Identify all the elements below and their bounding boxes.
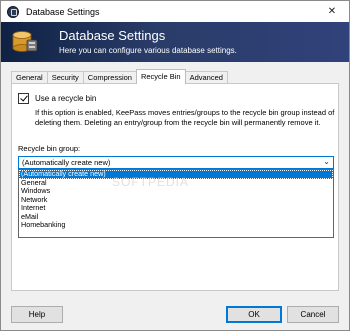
use-recycle-bin-checkbox[interactable]: [18, 93, 29, 104]
use-recycle-bin-label: Use a recycle bin: [35, 94, 97, 103]
chevron-down-icon[interactable]: ⌄: [323, 157, 330, 166]
window-controls: ✕: [315, 1, 349, 22]
watermark: SOFTPEDIA: [112, 175, 190, 189]
database-settings-icon: [12, 31, 38, 52]
recycle-bin-group-select[interactable]: (Automatically create new) ⌄: [18, 156, 334, 169]
window-title: Database Settings: [26, 6, 100, 17]
banner-title: Database Settings: [59, 28, 166, 43]
dropdown-option[interactable]: Network: [19, 195, 333, 205]
help-button[interactable]: Help: [11, 306, 63, 323]
dropdown-option[interactable]: Internet: [19, 203, 333, 213]
banner-subtitle: Here you can configure various database …: [59, 46, 237, 55]
use-recycle-bin-option[interactable]: Use a recycle bin: [18, 93, 96, 104]
settings-tabs: General Security Compression Recycle Bin…: [11, 69, 228, 84]
recycle-bin-description: If this option is enabled, KeePass moves…: [35, 108, 335, 127]
recycle-bin-group-value: (Automatically create new): [22, 158, 111, 167]
keepass-lock-icon: [7, 5, 19, 18]
ok-button[interactable]: OK: [226, 306, 282, 323]
recycle-bin-group-label: Recycle bin group:: [18, 144, 81, 153]
cancel-button[interactable]: Cancel: [287, 306, 339, 323]
dropdown-option[interactable]: Homebanking: [19, 220, 333, 230]
database-settings-window: Database Settings ✕ Database Settings He…: [0, 0, 350, 331]
header-banner: Database Settings Here you can configure…: [1, 22, 349, 62]
dropdown-option[interactable]: eMail: [19, 212, 333, 222]
close-icon[interactable]: ✕: [315, 1, 349, 22]
tab-recycle-bin[interactable]: Recycle Bin: [135, 69, 186, 84]
recycle-bin-panel: Use a recycle bin If this option is enab…: [11, 83, 339, 291]
title-bar: Database Settings ✕: [1, 1, 349, 22]
